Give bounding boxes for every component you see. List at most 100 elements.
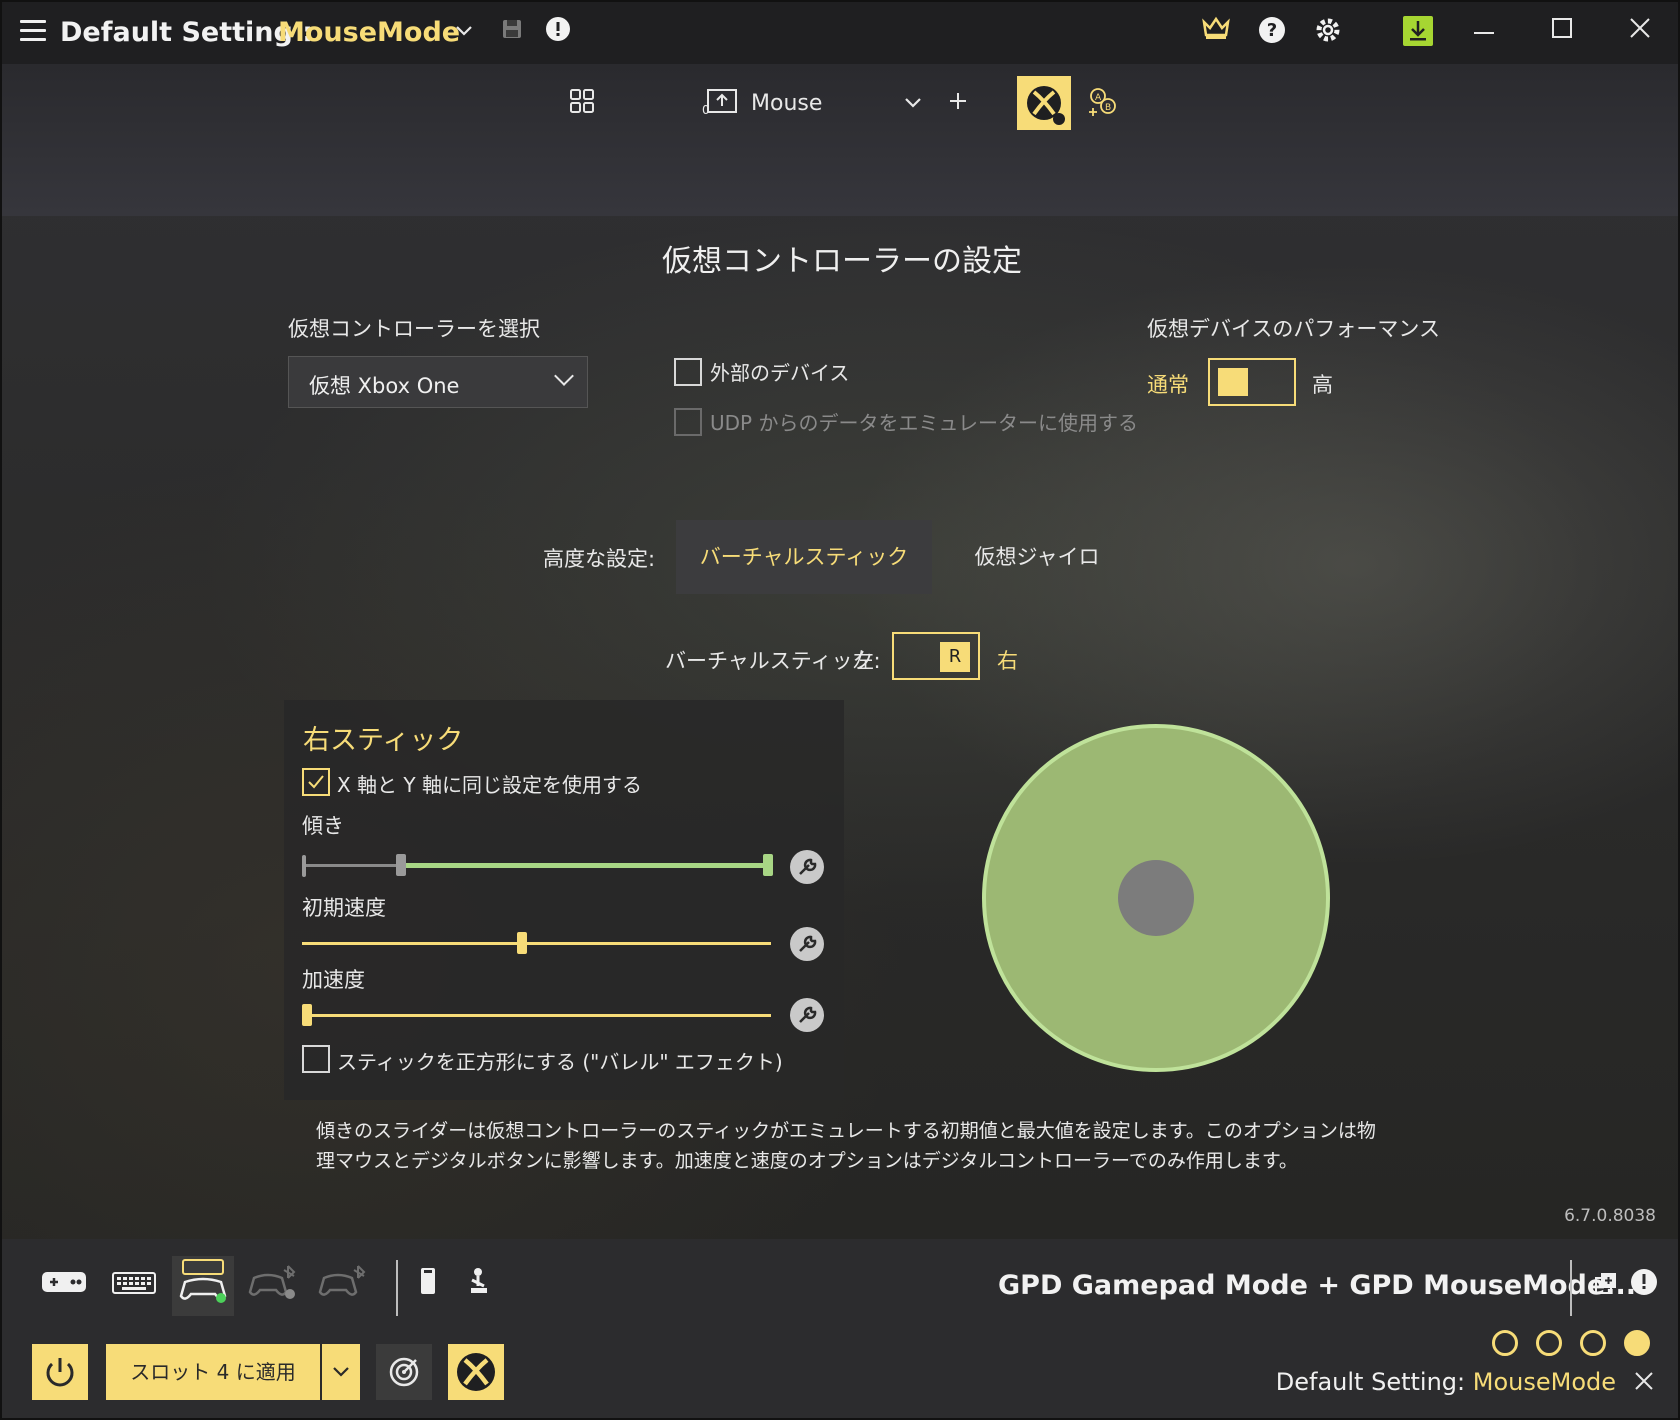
title-mode[interactable]: MouseMode bbox=[278, 17, 460, 48]
footer-setting: Default Setting: MouseMode bbox=[1276, 1368, 1616, 1396]
tilt-label: 傾き bbox=[302, 814, 344, 838]
xbox-icon bbox=[457, 1353, 495, 1391]
acceleration-wrench-icon[interactable] bbox=[790, 998, 824, 1032]
udp-label: UDP からのデータをエミュレーターに使用する bbox=[710, 411, 1139, 435]
advanced-settings-label: 高度な設定: bbox=[543, 547, 656, 571]
svg-text:A: A bbox=[1095, 93, 1102, 103]
svg-text:0: 0 bbox=[702, 103, 710, 116]
chevron-down-icon[interactable] bbox=[448, 16, 480, 48]
footer-setting-mode: MouseMode bbox=[1472, 1368, 1616, 1396]
profile-import-icon[interactable]: 0 bbox=[700, 88, 740, 120]
profile-name[interactable]: Mouse bbox=[751, 91, 822, 116]
bluetooth-gamepad-icon[interactable] bbox=[246, 1262, 302, 1312]
gamepad-mode-icon[interactable] bbox=[36, 1262, 92, 1312]
slot-4-indicator[interactable] bbox=[1624, 1330, 1650, 1356]
apply-slot-button[interactable]: スロット 4 に適用 bbox=[106, 1344, 320, 1400]
save-icon[interactable] bbox=[496, 16, 528, 48]
xbox-icon bbox=[1027, 86, 1065, 125]
virtual-stick-label: バーチャルスティック: bbox=[665, 649, 881, 673]
info-icon[interactable] bbox=[542, 16, 574, 48]
external-device-checkbox[interactable] bbox=[674, 358, 702, 386]
initial-speed-handle[interactable] bbox=[517, 932, 528, 954]
minimize-icon[interactable] bbox=[1468, 16, 1500, 48]
initial-speed-label: 初期速度 bbox=[302, 896, 386, 920]
bluetooth-gamepad-2-icon[interactable] bbox=[316, 1262, 372, 1312]
close-icon[interactable] bbox=[1624, 16, 1656, 48]
footer-close-icon[interactable] bbox=[1630, 1370, 1658, 1398]
phone-icon[interactable] bbox=[408, 1262, 448, 1312]
footer-setting-label: Default Setting: bbox=[1275, 1368, 1473, 1396]
udp-checkbox[interactable] bbox=[674, 408, 702, 436]
title-label: Default Setting : bbox=[60, 17, 314, 48]
tilt-track-start bbox=[302, 855, 306, 877]
initial-speed-wrench-icon[interactable] bbox=[790, 927, 824, 961]
slot-3-indicator[interactable] bbox=[1580, 1330, 1606, 1356]
info-icon[interactable] bbox=[1624, 1262, 1664, 1312]
svg-text:?: ? bbox=[1267, 20, 1277, 41]
title-bar: Default Setting : MouseMode ? bbox=[2, 2, 1678, 64]
toggle-knob bbox=[1218, 368, 1248, 396]
virtual-stick-right-label: 右 bbox=[997, 649, 1018, 673]
external-device-label: 外部のデバイス bbox=[710, 361, 850, 385]
square-stick-checkbox[interactable] bbox=[302, 1045, 330, 1073]
virtual-stick-toggle[interactable]: R bbox=[892, 632, 980, 680]
tilt-wrench-icon[interactable] bbox=[790, 850, 824, 884]
keyboard-gamepad-mode-icon[interactable] bbox=[172, 1256, 234, 1316]
controller-select-label: 仮想コントローラーを選択 bbox=[288, 317, 540, 341]
acceleration-handle[interactable] bbox=[302, 1004, 312, 1026]
keyboard-icon[interactable] bbox=[106, 1262, 162, 1312]
gear-icon[interactable] bbox=[1312, 16, 1344, 48]
checkmark-icon bbox=[308, 775, 324, 789]
xbox-controller-button[interactable] bbox=[1017, 76, 1071, 130]
controller-select[interactable]: 仮想 Xbox One bbox=[288, 356, 588, 408]
description-text: 傾きのスライダーは仮想コントローラーのスティックがエミュレートする初期値と最大値… bbox=[316, 1120, 1376, 1172]
square-stick-label: スティックを正方形にする ("バレル" エフェクト) bbox=[337, 1050, 783, 1074]
menu-icon[interactable] bbox=[20, 20, 46, 42]
version-label: 6.7.0.8038 bbox=[1564, 1206, 1656, 1226]
performance-toggle[interactable] bbox=[1208, 358, 1296, 406]
profile-toolbar bbox=[2, 64, 1678, 216]
button-mapping-icon[interactable]: AB bbox=[1084, 86, 1124, 126]
download-icon[interactable] bbox=[1402, 16, 1434, 48]
acceleration-slider-track[interactable] bbox=[302, 1014, 771, 1017]
controller-select-value: 仮想 Xbox One bbox=[309, 374, 460, 398]
apply-slot-dropdown[interactable] bbox=[320, 1344, 360, 1400]
toggle-knob: R bbox=[940, 642, 970, 672]
virtual-stick-left-label: 左 bbox=[853, 649, 874, 673]
target-icon bbox=[389, 1357, 419, 1387]
tab-virtual-gyro[interactable]: 仮想ジャイロ bbox=[932, 520, 1142, 594]
right-stick-title: 右スティック bbox=[303, 725, 464, 756]
toolbar-divider bbox=[396, 1260, 398, 1316]
mode-status: GPD Gamepad Mode + GPD MouseMode... bbox=[998, 1270, 1636, 1301]
stick-position-indicator bbox=[1118, 860, 1194, 936]
performance-normal-label: 通常 bbox=[1147, 373, 1189, 397]
svg-text:B: B bbox=[1105, 103, 1111, 113]
maximize-icon[interactable] bbox=[1546, 16, 1578, 48]
tilt-slider-range bbox=[401, 863, 771, 868]
target-button[interactable] bbox=[376, 1344, 432, 1400]
grid-icon[interactable] bbox=[566, 88, 598, 120]
acceleration-label: 加速度 bbox=[302, 968, 365, 992]
xbox-button[interactable] bbox=[448, 1344, 504, 1400]
tab-virtual-stick[interactable]: バーチャルスティック bbox=[676, 520, 932, 594]
status-divider bbox=[1570, 1260, 1572, 1316]
chevron-down-icon bbox=[333, 1367, 349, 1377]
profile-chevron-down-icon[interactable] bbox=[897, 88, 929, 120]
app-window: Default Setting : MouseMode ? 0 Mouse A … bbox=[0, 0, 1680, 1420]
power-button[interactable] bbox=[32, 1344, 88, 1400]
copy-icon[interactable] bbox=[1586, 1262, 1626, 1312]
tilt-min-handle[interactable] bbox=[396, 854, 407, 876]
same-axis-checkbox[interactable] bbox=[302, 768, 330, 796]
tilt-max-handle[interactable] bbox=[763, 854, 773, 876]
add-profile-icon[interactable] bbox=[942, 88, 974, 120]
joystick-icon[interactable] bbox=[460, 1262, 500, 1312]
help-icon[interactable]: ? bbox=[1256, 16, 1288, 48]
slot-1-indicator[interactable] bbox=[1492, 1330, 1518, 1356]
slot-2-indicator[interactable] bbox=[1536, 1330, 1562, 1356]
performance-high-label: 高 bbox=[1312, 373, 1333, 397]
initial-speed-slider-track[interactable] bbox=[302, 942, 771, 945]
crown-icon[interactable] bbox=[1200, 16, 1232, 48]
power-icon bbox=[46, 1358, 74, 1387]
same-axis-label: X 軸と Y 軸に同じ設定を使用する bbox=[337, 773, 642, 797]
performance-label: 仮想デバイスのパフォーマンス bbox=[1147, 317, 1440, 341]
